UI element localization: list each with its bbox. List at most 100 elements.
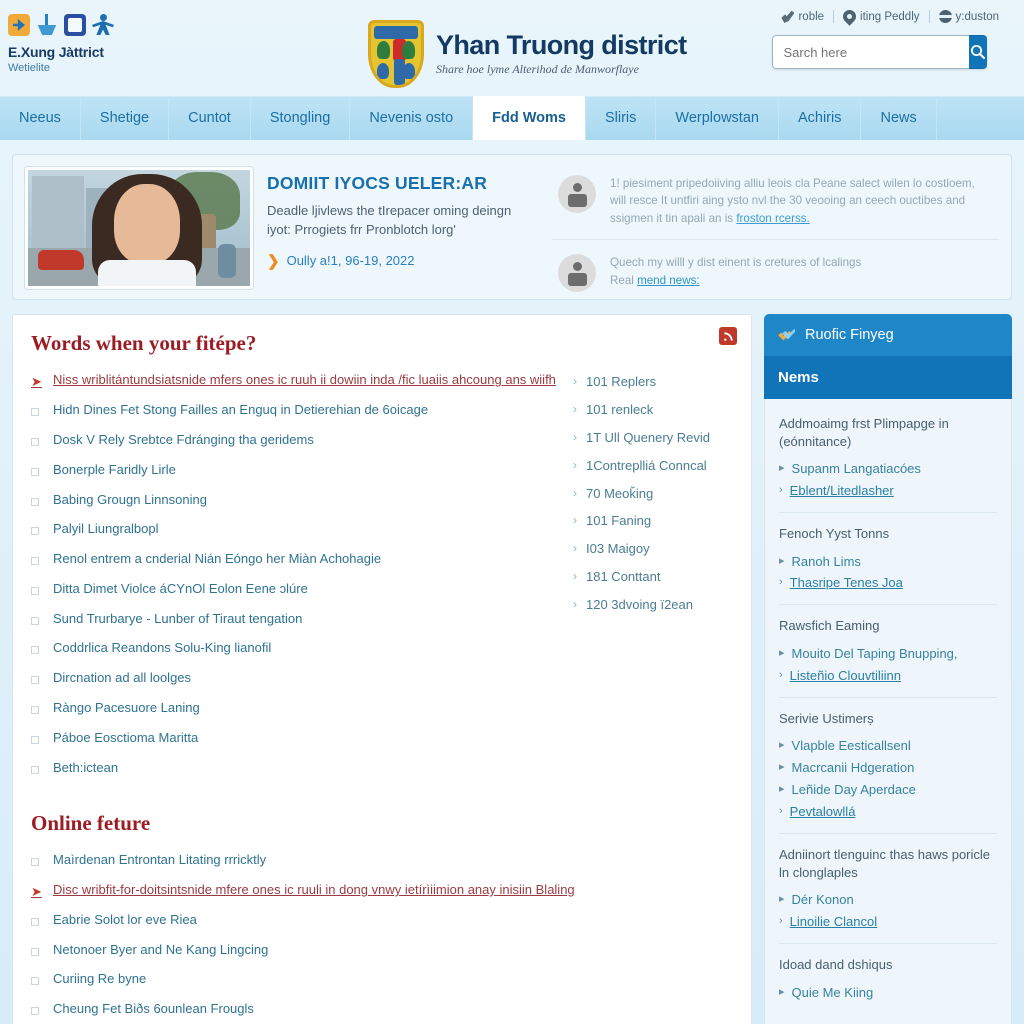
chevron-right-icon: ›: [573, 374, 577, 389]
utility-link-1[interactable]: roble: [772, 10, 833, 23]
list-item[interactable]: Babing Grougn Linnsoning: [31, 485, 563, 515]
utility-link-2[interactable]: iting Peddly: [833, 7, 928, 26]
square-marker-icon: [31, 467, 39, 476]
side-list-item[interactable]: › 120 3dvoing ï2ean: [573, 590, 733, 618]
list-item[interactable]: Sund Trurbarye - Lunber of Tiraut tengat…: [31, 604, 563, 634]
sidebar-link[interactable]: ▸ Mouito Del Taping Bnupping,: [779, 643, 997, 665]
nav-tab-shetige[interactable]: Shetige: [81, 96, 170, 140]
list-item[interactable]: Hidn Dines Fet Stong Failles an Enguq in…: [31, 396, 563, 426]
sidebar-link-label: Leñide Day Aperdace: [791, 782, 916, 798]
side-list-item[interactable]: › 1T Ull Quenery Revid: [573, 424, 733, 452]
nav-tab-sliris[interactable]: Sliris: [586, 96, 657, 140]
list-item[interactable]: Renol entrem a cnderial Nián Eóngo her M…: [31, 545, 563, 575]
list-item[interactable]: Páboe Eosctioma Maritta: [31, 723, 563, 753]
chevron-right-icon: ›: [779, 805, 783, 818]
chevron-right-icon: ›: [779, 576, 783, 589]
sidebar-link[interactable]: › Listeñio Clouvtiliinn: [779, 665, 997, 687]
sidebar-primary-header[interactable]: Ruofic Finyeg: [764, 314, 1012, 356]
list-item[interactable]: ➤ Disc wribfit-for-doitsintsnide mfere on…: [31, 876, 733, 906]
sidebar-link[interactable]: › Pevtalowllá: [779, 801, 997, 823]
list-item[interactable]: Cheung Fet Biðs 6ounlean Frougls: [31, 995, 733, 1024]
search-input[interactable]: [772, 35, 970, 69]
nav-tab-achiris[interactable]: Achiris: [779, 96, 862, 140]
sidebar-group-title: Idoad dand dshiqus: [779, 957, 893, 973]
nav-tab-stongling[interactable]: Stongling: [251, 96, 351, 140]
nav-tab-nevenis-osto[interactable]: Nevenis osto: [350, 96, 474, 140]
left-brand[interactable]: E.Xung Jàttrict Wetielite: [8, 14, 238, 74]
utility-link-3[interactable]: y:duston: [928, 10, 1008, 23]
hero-date-link[interactable]: ❯ Oully a!1, 96-19, 2022: [267, 252, 529, 270]
nav-tab-news[interactable]: News: [861, 96, 937, 140]
nav-tab-werplowstan[interactable]: Werplowstan: [656, 96, 779, 140]
hero-title: DOMIIT IYOCS UELER:AR: [267, 173, 488, 193]
list-item[interactable]: Eabrie Solot lor eve Riea: [31, 906, 733, 936]
side-list-item[interactable]: › 181 Conttant: [573, 562, 733, 590]
side-list-item-label: I03 Maigoy: [586, 541, 650, 557]
sidebar-link[interactable]: ▸ Ranoh Lims: [779, 551, 997, 573]
sidebar-link-label: Vlapble Eesticallsenl: [791, 738, 911, 754]
main-content-panel: Words when your fitépe? ➤ Niss wriblitánt…: [12, 314, 752, 1024]
nav-tab-fdd-woms[interactable]: Fdd Woms: [473, 96, 586, 140]
sidebar-group: Serivie Ustimerṣ ▸ Vlapble Eesticallsenl …: [779, 696, 997, 833]
list-item[interactable]: ➤ Niss wriblitántundsiatsnide mfers ones …: [31, 366, 563, 396]
nav-tab-neeus[interactable]: Neeus: [0, 96, 81, 140]
sidebar-link[interactable]: › Eblent/Litedlasher: [779, 480, 997, 502]
sidebar-link[interactable]: ▸ Leñide Day Aperdace: [779, 779, 997, 801]
list-item-label: Dosk V Rely Srebtce Fdránging tha geride…: [53, 431, 314, 447]
hero-notice-1-link[interactable]: froston rcerss.: [736, 212, 809, 225]
sidebar-link[interactable]: › Thasripe Tenes Joa: [779, 572, 997, 594]
list-item[interactable]: Ràngo Pacesuore Laning: [31, 694, 563, 724]
side-list-item[interactable]: › 101 Replers: [573, 368, 733, 396]
sidebar-link[interactable]: ▸ Vlapble Eesticallsenl: [779, 735, 997, 757]
square-marker-icon: [31, 676, 39, 685]
side-list-item[interactable]: › I03 Maigoy: [573, 535, 733, 563]
list-item[interactable]: Coddrlica Reandons Solu-King lianofil: [31, 634, 563, 664]
list-item[interactable]: Dircnation ad all loolges: [31, 664, 563, 694]
site-header: E.Xung Jàttrict Wetielite Yhan Truong di…: [0, 0, 1024, 96]
hero-notice-1-text: 1! piesiment pripedoiiving alliu leois c…: [610, 175, 993, 227]
rss-badge-icon[interactable]: [719, 327, 737, 345]
list-item[interactable]: Curiing Re byne: [31, 965, 733, 995]
side-list-item[interactable]: › 101 renleck: [573, 396, 733, 424]
list-item[interactable]: Palyil Liungralbopl: [31, 515, 563, 545]
side-list-item[interactable]: › 1Contreplliá Conncal: [573, 451, 733, 479]
list-item[interactable]: Dosk V Rely Srebtce Fdránging tha geride…: [31, 426, 563, 456]
hero-photo: [25, 167, 253, 289]
list-item[interactable]: Beth:ictean: [31, 753, 563, 783]
sidebar-group: Idoad dand dshiqus ▸ Quie Me Kiing: [779, 943, 997, 1013]
sidebar-link[interactable]: ▸ Macrcanii Hdgeration: [779, 757, 997, 779]
side-list-item-label: 70 Meoǩing: [586, 485, 654, 501]
list-item[interactable]: Maìrdenan Entrontan Litating rrricktly: [31, 846, 733, 876]
sidebar-secondary-header[interactable]: Nems: [764, 356, 1012, 399]
list-item[interactable]: Bonerple Faridly Lirle: [31, 455, 563, 485]
site-title-block: Yhan Truong district Share hoe lyme Alte…: [436, 31, 687, 76]
hero-date-label: Oully a!1, 96-19, 2022: [286, 253, 415, 269]
list-item[interactable]: Netonoer Byer and Ne Kang Lingcing: [31, 935, 733, 965]
search-bar[interactable]: [772, 35, 988, 69]
list-item-label: Ràngo Pacesuore Laning: [53, 699, 200, 715]
list-item[interactable]: Ditta Dimet Violce áCYnOl Eolon Eene ɔlú…: [31, 574, 563, 604]
site-logo[interactable]: Yhan Truong district Share hoe lyme Alte…: [368, 20, 687, 88]
sidebar-link[interactable]: ▸ Dér Konon: [779, 889, 997, 911]
sidebar-link[interactable]: ▸ Quie Me Kiing: [779, 982, 997, 1004]
list-item-label: Eabrie Solot lor eve Riea: [53, 911, 197, 927]
sidebar-link[interactable]: › Linoilie Clancol: [779, 911, 997, 933]
side-list-item[interactable]: › 101 Faning: [573, 507, 733, 535]
sidebar-link[interactable]: ▸ Supanm Langatiacóes: [779, 458, 997, 480]
chevron-right-icon: ›: [779, 915, 783, 928]
utility-link-2-label: iting Peddly: [860, 10, 920, 23]
hero-notice-2-link[interactable]: mend news:: [637, 274, 700, 287]
list-item-label: Sund Trurbarye - Lunber of Tiraut tengat…: [53, 610, 303, 626]
bullet-icon: ▸: [779, 462, 785, 475]
sidebar-group: Addmoaimg frst Plimpapge in (eónnitance)…: [779, 403, 997, 512]
side-list-item[interactable]: › 70 Meoǩing: [573, 479, 733, 507]
search-button[interactable]: [969, 35, 988, 69]
hero-notice-2-prefix: Real: [610, 273, 638, 287]
chevron-right-icon: ❯: [267, 252, 280, 270]
sidebar-link-label: Quie Me Kiing: [791, 984, 874, 1000]
sidebar-group: Adniinort tlenguinc thas haws poricle ln…: [779, 833, 997, 943]
bullet-icon: ▸: [779, 739, 785, 752]
square-marker-icon: [31, 586, 39, 595]
nav-tab-cuntot[interactable]: Cuntot: [169, 96, 251, 140]
